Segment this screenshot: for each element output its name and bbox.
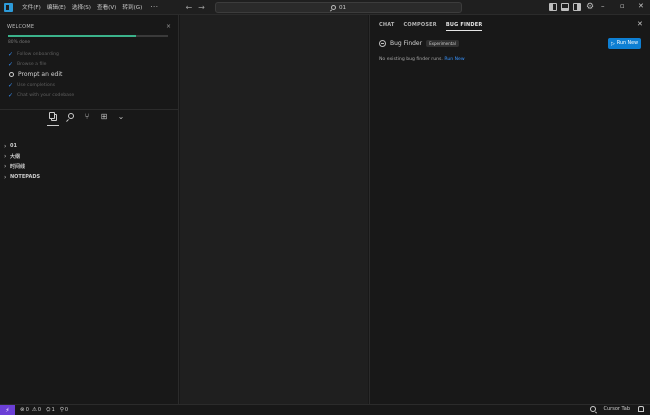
tree-item-01[interactable]: › 01 — [4, 141, 40, 151]
step-label: Use completions — [17, 82, 56, 88]
tree-item-label: NOTEPADS — [10, 174, 41, 181]
menu-selection[interactable]: 选择(S) — [69, 3, 94, 11]
primary-sidebar: WELCOME × 80% done ✓ Follow onboarding ✓… — [0, 15, 179, 404]
command-center-search[interactable]: 01 — [215, 2, 462, 13]
step-label: Chat with your codebase — [17, 92, 75, 98]
onboarding-step-active[interactable]: Prompt an edit — [8, 70, 74, 80]
play-icon: ▷ — [610, 40, 615, 47]
layout-controls: ⚙ — [549, 3, 594, 12]
run-new-link[interactable]: Run New — [444, 57, 464, 62]
bug-finder-empty-state: No existing bug finder runs. Run New — [379, 57, 465, 62]
onboarding-steps: ✓ Follow onboarding ✓ Browse a file Prom… — [8, 49, 74, 100]
toggle-secondary-sidebar-icon[interactable] — [573, 3, 581, 11]
experimental-badge: Experimental — [426, 40, 459, 47]
editor-area[interactable] — [180, 15, 368, 404]
close-window-button[interactable]: ✕ — [638, 2, 644, 10]
toggle-primary-sidebar-icon[interactable] — [549, 3, 557, 11]
bug-finder-header: Bug Finder Experimental — [379, 40, 459, 47]
check-icon: ✓ — [8, 50, 14, 58]
menu-more[interactable]: ··· — [145, 3, 163, 11]
zoom-icon[interactable] — [589, 406, 596, 412]
notifications-bell-icon[interactable] — [638, 406, 644, 412]
check-icon: ✓ — [8, 81, 14, 89]
bug-icon — [379, 40, 386, 47]
tree-item-outline[interactable]: › 大纲 — [4, 151, 40, 161]
check-icon: ✓ — [8, 60, 14, 68]
run-new-label: Run New — [616, 41, 639, 46]
search-icon — [330, 5, 336, 10]
menu-file[interactable]: 文件(F) — [19, 3, 44, 11]
check-icon: ✓ — [8, 91, 14, 99]
welcome-header: WELCOME — [7, 24, 35, 30]
ports-count: 1 — [51, 407, 55, 413]
explorer-tree: › 01 › 大纲 › 时间线 › NOTEPADS — [4, 141, 40, 183]
warning-icon: ⚠ — [31, 407, 37, 413]
run-new-button[interactable]: ▷ Run New — [608, 38, 641, 49]
maximize-button[interactable]: ▫ — [620, 2, 625, 10]
panel-tabs: CHAT COMPOSER BUG FINDER — [379, 22, 483, 31]
tree-item-timeline[interactable]: › 时间线 — [4, 162, 40, 172]
toggle-panel-icon[interactable] — [561, 3, 569, 11]
step-label: Browse a file — [17, 61, 47, 67]
gear-icon[interactable]: ⚙ — [586, 3, 594, 12]
command-center-text: 01 — [338, 4, 347, 11]
search-view-icon[interactable] — [65, 112, 75, 122]
radio-tower-icon: ⚲ — [59, 407, 64, 413]
onboarding-progress-fill — [8, 35, 136, 37]
ports-icon: ⛭ — [46, 406, 51, 413]
close-panel-icon[interactable]: ✕ — [637, 20, 643, 28]
remote-icon: ⚡ — [5, 406, 10, 414]
tab-composer[interactable]: COMPOSER — [404, 22, 437, 31]
onboarding-step[interactable]: ✓ Follow onboarding — [8, 49, 74, 59]
error-icon: ⊗ — [20, 407, 25, 413]
magnifier-shape — [68, 113, 74, 119]
cursor-tab-status[interactable]: Cursor Tab — [604, 406, 631, 412]
extensions-icon[interactable]: ⊞ — [99, 112, 109, 122]
title-bar: 文件(F) 编辑(E) 选择(S) 查看(V) 转到(G) ··· ← → 01… — [0, 0, 650, 15]
error-count: 0 — [25, 407, 29, 413]
minimize-button[interactable]: – — [601, 2, 605, 10]
activity-bar: ⑂ ⊞ ⌄ — [47, 112, 126, 126]
status-bar: ⚡ ⊗ 0 ⚠ 0 ⛭ 1 ⚲ 0 Cursor Tab — [0, 404, 650, 415]
ai-panel: CHAT COMPOSER BUG FINDER ✕ Bug Finder Ex… — [369, 15, 650, 404]
onboarding-step[interactable]: ✓ Chat with your codebase — [8, 90, 74, 100]
bug-finder-title: Bug Finder — [390, 40, 423, 47]
onboarding-step[interactable]: ✓ Use completions — [8, 80, 74, 90]
step-label: Follow onboarding — [17, 51, 59, 57]
close-icon[interactable]: × — [166, 23, 171, 30]
app-logo-icon — [4, 2, 13, 12]
tab-bug-finder[interactable]: BUG FINDER — [445, 22, 483, 31]
ports-indicator[interactable]: ⛭ 1 — [46, 407, 55, 414]
tree-item-label: 大纲 — [10, 154, 21, 161]
forward-arrow-icon[interactable]: → — [198, 3, 205, 12]
status-bar-right: Cursor Tab — [589, 406, 644, 412]
menu-go[interactable]: 转到(G) — [119, 3, 145, 11]
empty-state-text: No existing bug finder runs. — [379, 57, 443, 62]
chevron-down-icon[interactable]: ⌄ — [116, 112, 126, 122]
file-front-shape — [49, 112, 55, 119]
menu-edit[interactable]: 编辑(E) — [44, 3, 69, 11]
tree-item-notepads[interactable]: › NOTEPADS — [4, 172, 40, 182]
problems-indicator[interactable]: ⊗ 0 ⚠ 0 — [20, 407, 41, 413]
divider — [0, 109, 178, 110]
explorer-files-icon[interactable] — [47, 112, 59, 126]
onboarding-step[interactable]: ✓ Browse a file — [8, 59, 74, 69]
source-control-icon[interactable]: ⑂ — [82, 112, 92, 122]
remote-indicator[interactable]: ⚡ — [0, 404, 15, 415]
radio-indicator[interactable]: ⚲ 0 — [60, 407, 68, 413]
back-arrow-icon[interactable]: ← — [185, 3, 192, 12]
step-label: Prompt an edit — [18, 71, 63, 79]
radio-count: 0 — [64, 407, 69, 413]
circle-icon — [9, 72, 14, 78]
progress-text: 80% done — [8, 40, 31, 45]
tab-chat[interactable]: CHAT — [379, 22, 395, 31]
onboarding-progress-bar — [8, 35, 168, 37]
tree-item-label: 01 — [10, 143, 17, 150]
tree-item-label: 时间线 — [10, 164, 26, 171]
menu-view[interactable]: 查看(V) — [94, 3, 119, 11]
warning-count: 0 — [37, 407, 42, 413]
